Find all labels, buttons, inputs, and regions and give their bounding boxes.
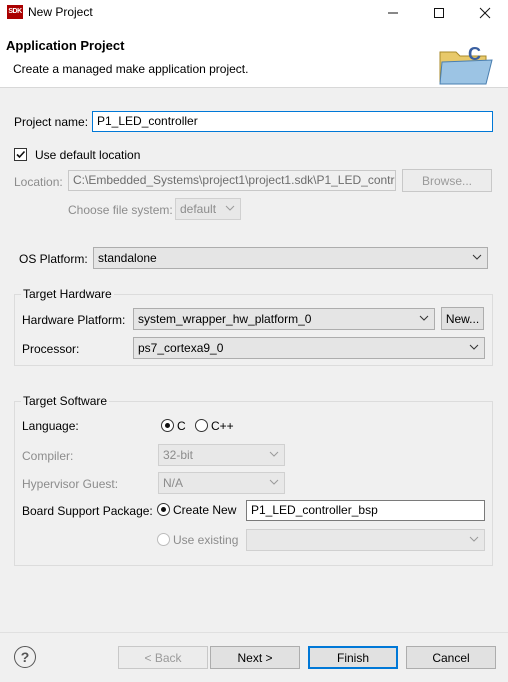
- page-title: Application Project: [6, 38, 125, 53]
- create-new-bsp-radio[interactable]: [157, 503, 170, 516]
- board-support-package-label: Board Support Package:: [22, 504, 153, 518]
- close-window-button[interactable]: [462, 0, 508, 26]
- page-description: Create a managed make application projec…: [13, 62, 249, 76]
- cancel-button[interactable]: Cancel: [406, 646, 496, 669]
- maximize-icon: [434, 8, 444, 18]
- hardware-platform-label: Hardware Platform:: [22, 313, 126, 327]
- compiler-value: 32-bit: [163, 448, 194, 462]
- back-button[interactable]: < Back: [118, 646, 208, 669]
- project-name-label: Project name:: [14, 115, 89, 129]
- chevron-down-icon: [469, 536, 479, 542]
- processor-select[interactable]: ps7_cortexa9_0: [133, 337, 485, 359]
- hypervisor-guest-value: N/A: [163, 476, 184, 490]
- create-new-bsp-label: Create New: [173, 503, 237, 517]
- location-input[interactable]: C:\Embedded_Systems\project1\project1.sd…: [68, 170, 396, 191]
- target-hardware-title: Target Hardware: [21, 287, 114, 301]
- chevron-down-icon: [419, 315, 429, 321]
- language-cpp-label: C++: [211, 419, 234, 433]
- compiler-select[interactable]: 32-bit: [158, 444, 285, 466]
- c-project-folder-icon: C: [439, 44, 493, 85]
- new-hardware-platform-button[interactable]: New...: [441, 307, 484, 330]
- language-label: Language:: [22, 419, 79, 433]
- target-software-title: Target Software: [21, 394, 110, 408]
- help-icon[interactable]: ?: [14, 646, 36, 668]
- use-default-location-checkbox[interactable]: [14, 148, 27, 161]
- location-label: Location:: [14, 175, 63, 189]
- next-button[interactable]: Next >: [210, 646, 300, 669]
- hardware-platform-select[interactable]: system_wrapper_hw_platform_0: [133, 308, 435, 330]
- hypervisor-guest-select[interactable]: N/A: [158, 472, 285, 494]
- language-cpp-radio[interactable]: [195, 419, 208, 432]
- sdk-app-icon: SDK: [7, 5, 23, 19]
- chevron-down-icon: [472, 254, 482, 260]
- finish-button[interactable]: Finish: [308, 646, 398, 669]
- os-platform-select[interactable]: standalone: [93, 247, 488, 269]
- language-c-radio[interactable]: [161, 419, 174, 432]
- window-title: New Project: [28, 5, 93, 19]
- wizard-header: Application Project Create a managed mak…: [0, 26, 508, 88]
- file-system-value: default: [180, 202, 217, 216]
- chevron-down-icon: [469, 344, 479, 350]
- browse-button[interactable]: Browse...: [402, 169, 492, 192]
- svg-text:C: C: [468, 44, 481, 64]
- use-default-location-label: Use default location: [35, 148, 141, 162]
- existing-bsp-select[interactable]: [246, 529, 485, 551]
- file-system-label: Choose file system:: [68, 203, 173, 217]
- title-bar: SDK New Project: [0, 0, 508, 26]
- processor-label: Processor:: [22, 342, 80, 356]
- os-platform-label: OS Platform:: [19, 252, 88, 266]
- hardware-platform-value: system_wrapper_hw_platform_0: [138, 312, 312, 326]
- language-c-label: C: [177, 419, 186, 433]
- compiler-label: Compiler:: [22, 449, 74, 463]
- chevron-down-icon: [269, 479, 279, 485]
- chevron-down-icon: [225, 205, 235, 211]
- file-system-select[interactable]: default: [175, 198, 241, 220]
- close-icon: [479, 7, 491, 19]
- processor-value: ps7_cortexa9_0: [138, 341, 224, 355]
- use-existing-bsp-label: Use existing: [173, 533, 239, 547]
- checkmark-icon: [16, 150, 26, 159]
- maximize-button[interactable]: [416, 0, 462, 26]
- use-existing-bsp-radio[interactable]: [157, 533, 170, 546]
- minimize-button[interactable]: [370, 0, 416, 26]
- hypervisor-guest-label: Hypervisor Guest:: [22, 477, 119, 491]
- chevron-down-icon: [269, 451, 279, 457]
- footer-separator: [0, 632, 508, 633]
- bsp-name-input[interactable]: P1_LED_controller_bsp: [246, 500, 485, 521]
- os-platform-value: standalone: [98, 251, 157, 265]
- minimize-icon: [388, 12, 398, 14]
- project-name-input[interactable]: P1_LED_controller: [92, 111, 493, 132]
